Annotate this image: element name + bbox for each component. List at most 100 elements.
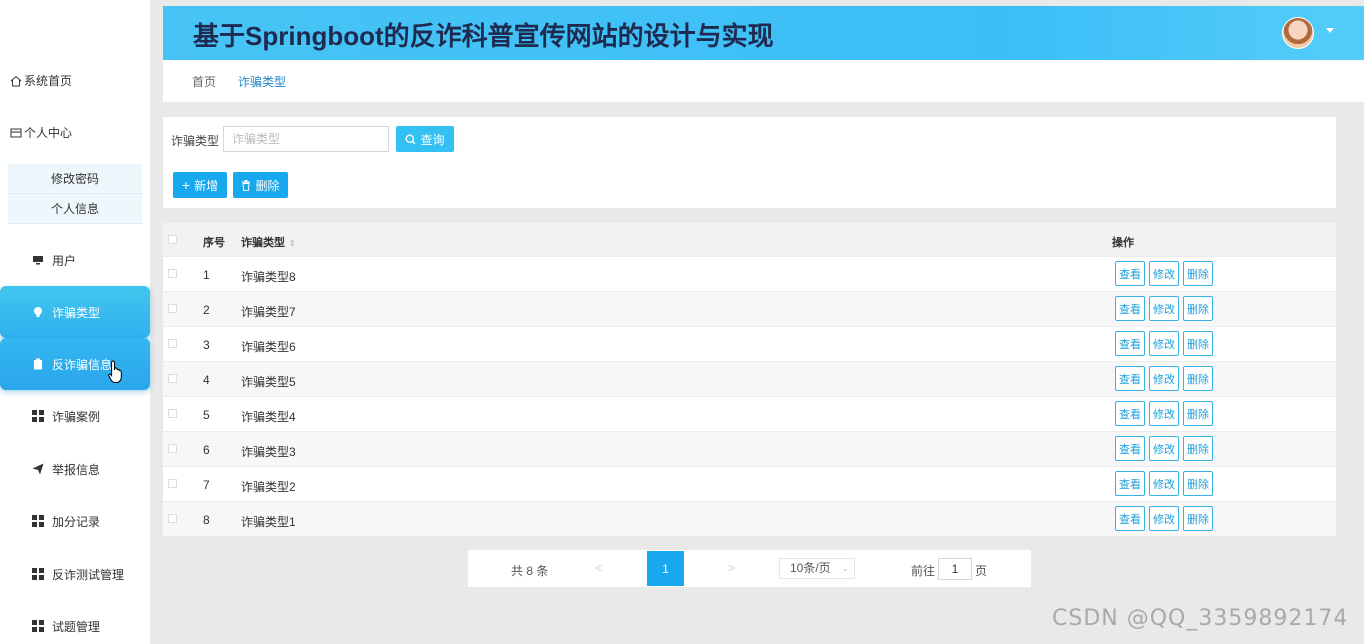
sidebar-item-fraud-cases[interactable]: 诈骗案例: [0, 390, 150, 442]
row-checkbox[interactable]: [168, 339, 177, 348]
sidebar-item-label: 加分记录: [52, 514, 101, 529]
row-index: 3: [203, 338, 210, 352]
row-checkbox[interactable]: [168, 304, 177, 313]
sidebar-subitem-personal-info[interactable]: 个人信息: [8, 194, 142, 224]
sidebar-item-user[interactable]: 用户: [0, 234, 150, 286]
grid-icon: [32, 410, 44, 422]
search-label: 诈骗类型: [171, 134, 220, 148]
row-checkbox[interactable]: [168, 374, 177, 383]
table-header: 序号 诈骗类型 ⇕ 操作: [163, 223, 1336, 256]
pagination: 共 8 条 < 1 > 10条/页 ⌄ 前往 1 页: [468, 550, 1031, 587]
delete-button[interactable]: 删除: [1183, 436, 1213, 461]
row-checkbox[interactable]: [168, 269, 177, 278]
delete-button[interactable]: 删除: [1183, 471, 1213, 496]
row-index: 5: [203, 408, 210, 422]
batch-delete-button[interactable]: 删除: [233, 172, 288, 198]
page-size-value: 10条/页: [790, 561, 831, 575]
edit-button[interactable]: 修改: [1149, 401, 1179, 426]
sidebar-item-label: 举报信息: [52, 462, 101, 477]
row-actions: 查看 修改 删除: [1115, 331, 1213, 356]
bulb-icon: [34, 307, 42, 317]
sidebar-item-fraud-type[interactable]: 诈骗类型: [0, 286, 150, 338]
delete-button[interactable]: 删除: [1183, 261, 1213, 286]
row-fraud-type: 诈骗类型1: [241, 515, 296, 529]
select-all-checkbox[interactable]: [168, 235, 177, 244]
row-index: 6: [203, 443, 210, 457]
send-icon: [32, 463, 44, 475]
query-button[interactable]: 查询: [396, 126, 454, 152]
sidebar-item-points-records[interactable]: 加分记录: [0, 495, 150, 547]
edit-button[interactable]: 修改: [1149, 506, 1179, 531]
breadcrumb-home[interactable]: 首页: [192, 73, 216, 90]
sidebar-item-question-management[interactable]: 试题管理: [0, 600, 150, 644]
view-button[interactable]: 查看: [1115, 401, 1145, 426]
sidebar-subitem-change-password[interactable]: 修改密码: [8, 164, 142, 194]
row-index: 1: [203, 268, 210, 282]
pagination-total: 共 8 条: [511, 564, 549, 578]
view-button[interactable]: 查看: [1115, 261, 1145, 286]
view-button[interactable]: 查看: [1115, 506, 1145, 531]
sidebar-item-profile-center[interactable]: 个人中心: [10, 124, 72, 141]
header-fraud-type-label: 诈骗类型: [241, 237, 285, 249]
delete-button[interactable]: 删除: [1183, 366, 1213, 391]
data-table: 序号 诈骗类型 ⇕ 操作 1 诈骗类型8 查看 修改 删除 2 诈骗类型7 查看 修改 删除 3 诈骗类…: [163, 223, 1336, 536]
view-button[interactable]: 查看: [1115, 296, 1145, 321]
table-row: 2 诈骗类型7 查看 修改 删除: [163, 291, 1336, 326]
table-row: 1 诈骗类型8 查看 修改 删除: [163, 256, 1336, 291]
delete-button[interactable]: 删除: [1183, 506, 1213, 531]
row-actions: 查看 修改 删除: [1115, 296, 1213, 321]
row-index: 2: [203, 303, 210, 317]
edit-button[interactable]: 修改: [1149, 261, 1179, 286]
sidebar-item-test-management[interactable]: 反诈测试管理: [0, 548, 150, 600]
row-checkbox[interactable]: [168, 444, 177, 453]
view-button[interactable]: 查看: [1115, 331, 1145, 356]
goto-page-input[interactable]: 1: [938, 558, 972, 580]
view-button[interactable]: 查看: [1115, 366, 1145, 391]
edit-button[interactable]: 修改: [1149, 436, 1179, 461]
sidebar-item-report-info[interactable]: 举报信息: [0, 443, 150, 495]
row-index: 4: [203, 373, 210, 387]
chevron-down-icon: ⌄: [841, 563, 849, 573]
view-button[interactable]: 查看: [1115, 436, 1145, 461]
pagination-prev[interactable]: <: [595, 561, 602, 575]
grid-icon: [32, 515, 44, 527]
header-fraud-type[interactable]: 诈骗类型 ⇕: [241, 234, 296, 250]
delete-button[interactable]: 删除: [1183, 331, 1213, 356]
row-fraud-type: 诈骗类型4: [241, 410, 296, 424]
row-checkbox[interactable]: [168, 479, 177, 488]
table-row: 8 诈骗类型1 查看 修改 删除: [163, 501, 1336, 536]
delete-button[interactable]: 删除: [1183, 296, 1213, 321]
edit-button[interactable]: 修改: [1149, 471, 1179, 496]
edit-button[interactable]: 修改: [1149, 366, 1179, 391]
row-checkbox[interactable]: [168, 409, 177, 418]
search-panel: 诈骗类型 诈骗类型 查询 + 新增 删除: [163, 117, 1336, 208]
plus-icon: +: [181, 177, 191, 193]
table-row: 4 诈骗类型5 查看 修改 删除: [163, 361, 1336, 396]
trash-icon: [242, 179, 251, 191]
row-index: 8: [203, 513, 210, 527]
row-actions: 查看 修改 删除: [1115, 436, 1213, 461]
sidebar-item-label: 个人中心: [24, 126, 73, 140]
add-button-label: 新增: [194, 178, 219, 193]
pagination-next[interactable]: >: [728, 561, 735, 575]
chevron-down-icon[interactable]: [1326, 28, 1334, 33]
avatar[interactable]: [1282, 17, 1314, 49]
row-checkbox[interactable]: [168, 514, 177, 523]
search-input[interactable]: 诈骗类型: [223, 126, 389, 152]
table-row: 5 诈骗类型4 查看 修改 删除: [163, 396, 1336, 431]
add-button[interactable]: + 新增: [173, 172, 227, 198]
edit-button[interactable]: 修改: [1149, 331, 1179, 356]
sidebar-item-home[interactable]: 系统首页: [10, 72, 72, 89]
edit-button[interactable]: 修改: [1149, 296, 1179, 321]
page-size-select[interactable]: 10条/页 ⌄: [779, 558, 855, 579]
pagination-current-page[interactable]: 1: [647, 551, 684, 586]
sort-icon[interactable]: ⇕: [289, 239, 296, 248]
table-row: 7 诈骗类型2 查看 修改 删除: [163, 466, 1336, 501]
sidebar-item-anti-fraud-info[interactable]: 反诈骗信息: [0, 338, 150, 390]
goto-suffix: 页: [975, 564, 988, 578]
view-button[interactable]: 查看: [1115, 471, 1145, 496]
card-icon: [10, 128, 22, 137]
row-actions: 查看 修改 删除: [1115, 261, 1213, 286]
delete-button[interactable]: 删除: [1183, 401, 1213, 426]
monitor-icon: [33, 256, 43, 265]
